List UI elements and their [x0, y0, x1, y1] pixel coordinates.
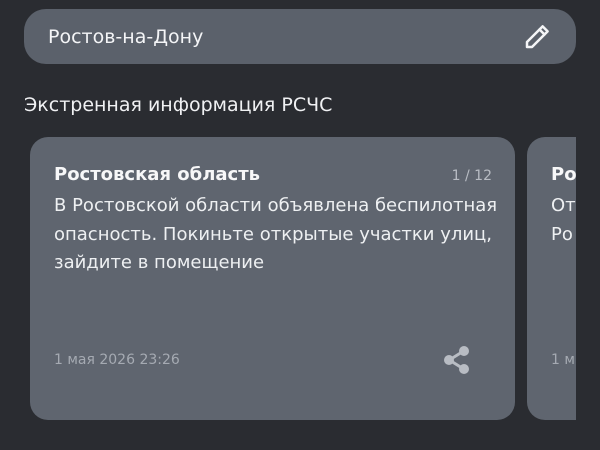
- alert-counter: 1 / 12: [451, 168, 492, 184]
- section-title: Экстренная информация РСЧС: [24, 94, 333, 116]
- pencil-icon[interactable]: [522, 22, 552, 52]
- alert-card-peek[interactable]: Ро От Ро 1 м: [527, 137, 576, 420]
- location-name: Ростов-на-Дону: [48, 26, 204, 48]
- alert-message: В Ростовской области объявлена беспилотн…: [54, 195, 498, 273]
- alert-region: Ро: [551, 164, 576, 185]
- alert-carousel[interactable]: Ростовская область 1 / 12 В Ростовской о…: [30, 137, 576, 420]
- share-icon[interactable]: [441, 344, 473, 376]
- location-bar[interactable]: Ростов-на-Дону: [24, 9, 576, 64]
- alert-date: 1 мая 2026 23:26: [54, 352, 180, 368]
- alert-date: 1 м: [551, 352, 575, 368]
- alert-message: От Ро: [551, 195, 576, 245]
- alert-card[interactable]: Ростовская область 1 / 12 В Ростовской о…: [30, 137, 515, 420]
- alert-region: Ростовская область: [54, 164, 261, 185]
